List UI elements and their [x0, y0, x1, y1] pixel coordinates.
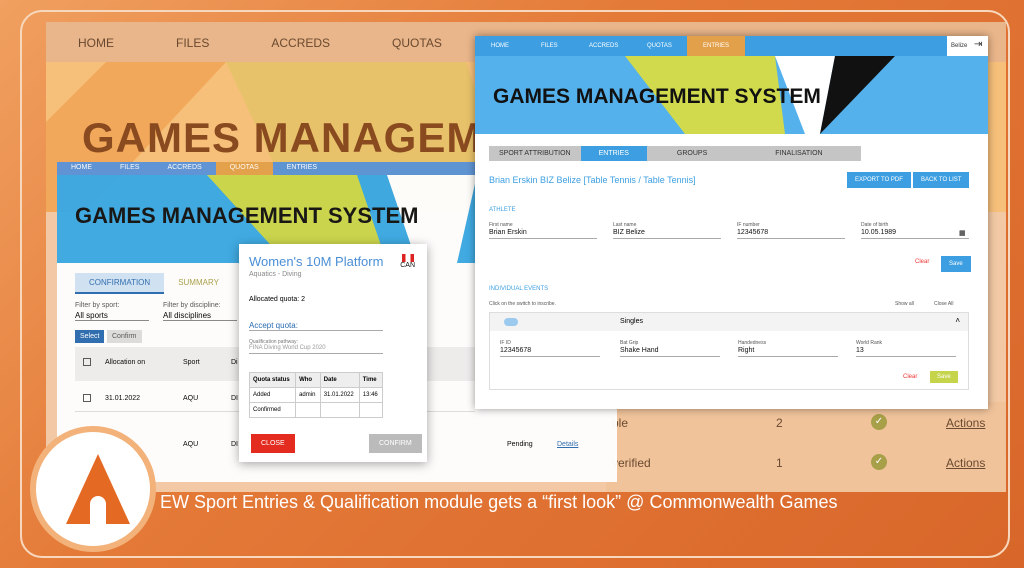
- decorative-frame: [20, 10, 1010, 558]
- company-logo: [30, 426, 156, 552]
- caption: EW Sport Entries & Qualification module …: [160, 492, 838, 512]
